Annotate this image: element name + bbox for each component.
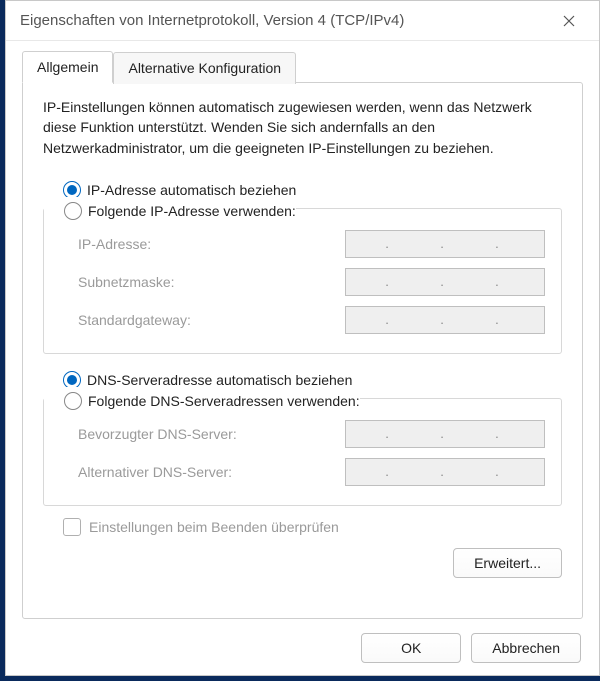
radio-ip-manual[interactable]	[64, 202, 82, 220]
radio-dns-manual-label: Folgende DNS-Serveradressen verwenden:	[88, 393, 360, 409]
alternate-dns-input[interactable]: ...	[345, 458, 545, 486]
dialog-footer: OK Abbrechen	[22, 619, 583, 663]
advanced-button[interactable]: Erweitert...	[453, 548, 562, 578]
validate-checkbox[interactable]	[63, 518, 81, 536]
validate-checkbox-label: Einstellungen beim Beenden überprüfen	[89, 519, 339, 535]
radio-dns-manual[interactable]	[64, 392, 82, 410]
ok-button[interactable]: OK	[361, 633, 461, 663]
advanced-row: Erweitert...	[43, 548, 562, 578]
subnet-label: Subnetzmaske:	[78, 274, 337, 290]
titlebar: Eigenschaften von Internetprotokoll, Ver…	[6, 1, 599, 41]
alternate-dns-row: Alternativer DNS-Server: ...	[44, 453, 545, 491]
dialog-content: Allgemein Alternative Konfiguration IP-E…	[6, 41, 599, 675]
radio-ip-manual-row[interactable]: Folgende IP-Adresse verwenden:	[44, 197, 296, 225]
preferred-dns-label: Bevorzugter DNS-Server:	[78, 426, 337, 442]
window-title: Eigenschaften von Internetprotokoll, Ver…	[20, 12, 404, 29]
subnet-row: Subnetzmaske: ...	[44, 263, 545, 301]
close-button[interactable]	[551, 7, 587, 35]
cancel-button[interactable]: Abbrechen	[471, 633, 581, 663]
close-icon	[563, 15, 575, 27]
tab-general[interactable]: Allgemein	[22, 51, 113, 83]
tab-strip: Allgemein Alternative Konfiguration	[22, 51, 583, 83]
description-text: IP-Einstellungen können automatisch zuge…	[43, 97, 562, 158]
subnet-input[interactable]: ...	[345, 268, 545, 296]
ip-address-label: IP-Adresse:	[78, 236, 337, 252]
tab-alternative[interactable]: Alternative Konfiguration	[113, 52, 296, 84]
ip-manual-group: Folgende IP-Adresse verwenden: IP-Adress…	[43, 208, 562, 354]
radio-ip-manual-label: Folgende IP-Adresse verwenden:	[88, 203, 296, 219]
gateway-label: Standardgateway:	[78, 312, 337, 328]
alternate-dns-label: Alternativer DNS-Server:	[78, 464, 337, 480]
radio-ip-auto-label: IP-Adresse automatisch beziehen	[87, 182, 296, 198]
validate-checkbox-row[interactable]: Einstellungen beim Beenden überprüfen	[43, 518, 562, 536]
preferred-dns-input[interactable]: ...	[345, 420, 545, 448]
ip-address-input[interactable]: ...	[345, 230, 545, 258]
radio-dns-auto-label: DNS-Serveradresse automatisch beziehen	[87, 372, 352, 388]
tab-panel-general: IP-Einstellungen können automatisch zuge…	[22, 82, 583, 619]
ip-address-row: IP-Adresse: ...	[44, 225, 545, 263]
radio-dns-manual-row[interactable]: Folgende DNS-Serveradressen verwenden:	[44, 387, 360, 415]
preferred-dns-row: Bevorzugter DNS-Server: ...	[44, 415, 545, 453]
gateway-row: Standardgateway: ...	[44, 301, 545, 339]
gateway-input[interactable]: ...	[345, 306, 545, 334]
dialog-window: Eigenschaften von Internetprotokoll, Ver…	[5, 0, 600, 676]
dns-manual-group: Folgende DNS-Serveradressen verwenden: B…	[43, 398, 562, 506]
